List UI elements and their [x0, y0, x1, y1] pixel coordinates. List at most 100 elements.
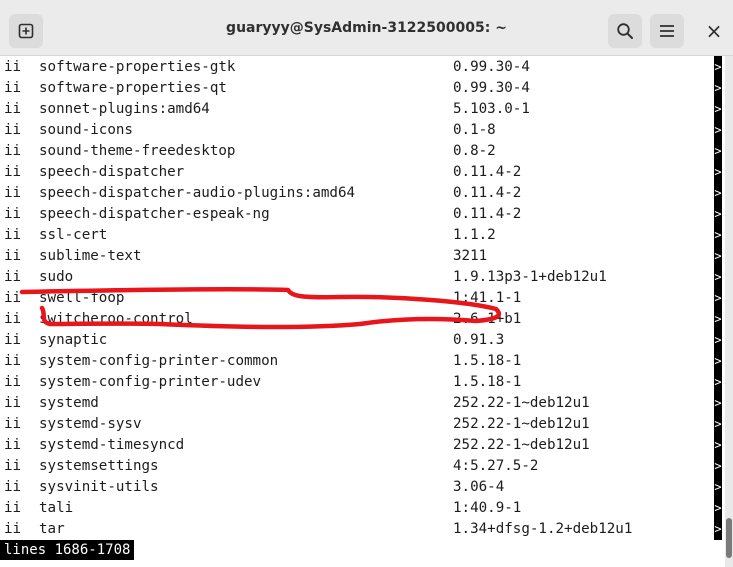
package-row: ii speech-dispatcher-audio-plugins:amd64 0…: [0, 183, 712, 204]
package-row: ii sound-theme-freedesktop 0.8-2: [0, 141, 712, 162]
search-button[interactable]: [608, 14, 642, 48]
package-name: sound-icons: [39, 122, 133, 138]
package-name: speech-dispatcher-espeak-ng: [39, 206, 270, 222]
package-status: ii: [4, 353, 22, 369]
scrollbar-thumb[interactable]: [726, 518, 732, 558]
package-name: swell-foop: [39, 290, 125, 306]
package-name: sysvinit-utils: [39, 479, 159, 495]
truncation-marker: >: [714, 249, 722, 263]
package-status: ii: [4, 521, 22, 537]
package-name: systemd-timesyncd: [39, 437, 185, 453]
package-row: ii ssl-cert 1.1.2: [0, 225, 712, 246]
package-name: sudo: [39, 269, 74, 285]
package-status: ii: [4, 80, 22, 96]
package-name: system-config-printer-common: [39, 353, 279, 369]
package-name: sound-theme-freedesktop: [39, 143, 236, 159]
package-status: ii: [4, 269, 22, 285]
package-version: 1.5.18-1: [453, 374, 522, 390]
package-row: ii synaptic 0.91.3: [0, 330, 712, 351]
truncation-marker: >: [714, 144, 722, 158]
package-version: 5.103.0-1: [453, 101, 530, 117]
truncation-marker: >: [714, 396, 722, 410]
package-status: ii: [4, 479, 22, 495]
package-name: systemd-sysv: [39, 416, 142, 432]
package-row: ii systemd-timesyncd 252.22-1~deb12u1: [0, 435, 712, 456]
package-status: ii: [4, 143, 22, 159]
truncation-marker: >: [714, 186, 722, 200]
close-button[interactable]: ×: [697, 14, 731, 48]
scrollbar[interactable]: [725, 56, 733, 567]
package-name: speech-dispatcher-audio-plugins:amd64: [39, 185, 356, 201]
package-row: ii systemsettings 4:5.27.5-2: [0, 456, 712, 477]
package-status: ii: [4, 101, 22, 117]
package-name: sublime-text: [39, 248, 142, 264]
truncation-marker: >: [714, 81, 722, 95]
truncation-marker: >: [714, 165, 722, 179]
package-row: ii speech-dispatcher-espeak-ng 0.11.4-2: [0, 204, 712, 225]
package-name: switcheroo-control: [39, 311, 193, 327]
package-version: 252.22-1~deb12u1: [453, 395, 590, 411]
package-name: ssl-cert: [39, 227, 108, 243]
truncation-marker: >: [714, 228, 722, 242]
package-status: ii: [4, 437, 22, 453]
truncation-marker: >: [714, 459, 722, 473]
package-version: 0.11.4-2: [453, 164, 522, 180]
truncation-marker: >: [714, 207, 722, 221]
title-bar: guaryyy@SysAdmin-3122500005: ~ ×: [0, 0, 733, 56]
package-version: 0.99.30-4: [453, 80, 530, 96]
package-status: ii: [4, 311, 22, 327]
package-status: ii: [4, 458, 22, 474]
package-status: ii: [4, 416, 22, 432]
truncation-marker: >: [714, 417, 722, 431]
package-version: 4:5.27.5-2: [453, 458, 539, 474]
package-version: 0.1-8: [453, 122, 496, 138]
truncation-marker: >: [714, 354, 722, 368]
truncation-marker: >: [714, 291, 722, 305]
package-version: 3.06-4: [453, 479, 505, 495]
package-row: ii software-properties-gtk 0.99.30-4: [0, 57, 712, 78]
truncation-marker: >: [714, 375, 722, 389]
package-version: 1:40.9-1: [453, 500, 522, 516]
package-name: sonnet-plugins:amd64: [39, 101, 210, 117]
package-version: 252.22-1~deb12u1: [453, 416, 590, 432]
package-status: ii: [4, 395, 22, 411]
package-row: ii sysvinit-utils 3.06-4: [0, 477, 712, 498]
truncation-marker: >: [714, 522, 722, 536]
menu-button[interactable]: [650, 14, 684, 48]
package-version: 0.91.3: [453, 332, 505, 348]
close-icon: ×: [705, 19, 723, 43]
package-row: ii tali 1:40.9-1: [0, 498, 712, 519]
truncation-marker: >: [714, 123, 722, 137]
package-name: system-config-printer-udev: [39, 374, 262, 390]
package-status: ii: [4, 164, 22, 180]
package-version: 1.5.18-1: [453, 353, 522, 369]
package-name: software-properties-gtk: [39, 59, 236, 75]
package-name: software-properties-qt: [39, 80, 227, 96]
truncation-marker: >: [714, 270, 722, 284]
package-name: tali: [39, 500, 74, 516]
package-status: ii: [4, 122, 22, 138]
package-status: ii: [4, 227, 22, 243]
pager-status-line: lines 1686-1708: [0, 540, 135, 560]
truncation-column: > > > > > > > > > > > > > > > > > > > > > > >: [714, 56, 722, 540]
package-row: ii tar 1.34+dfsg-1.2+deb12u1: [0, 519, 712, 540]
terminal-area[interactable]: ii software-properties-gtk 0.99.30-4 ii soft…: [0, 56, 733, 567]
package-version: 2.6-1+b1: [453, 311, 522, 327]
package-status: ii: [4, 248, 22, 264]
package-name: tar: [39, 521, 65, 537]
package-version: 1.9.13p3-1+deb12u1: [453, 269, 607, 285]
hamburger-menu-icon: [660, 25, 674, 37]
package-row: ii system-config-printer-udev 1.5.18-1: [0, 372, 712, 393]
package-version: 0.11.4-2: [453, 185, 522, 201]
package-version: 0.99.30-4: [453, 59, 530, 75]
package-row: ii system-config-printer-common 1.5.18-1: [0, 351, 712, 372]
package-version: 1.34+dfsg-1.2+deb12u1: [453, 521, 633, 537]
package-status: ii: [4, 59, 22, 75]
package-row: ii systemd-sysv 252.22-1~deb12u1: [0, 414, 712, 435]
package-version: 252.22-1~deb12u1: [453, 437, 590, 453]
package-row: ii systemd 252.22-1~deb12u1: [0, 393, 712, 414]
package-status: ii: [4, 374, 22, 390]
truncation-marker: >: [714, 102, 722, 116]
package-status: ii: [4, 500, 22, 516]
package-row: ii software-properties-qt 0.99.30-4: [0, 78, 712, 99]
